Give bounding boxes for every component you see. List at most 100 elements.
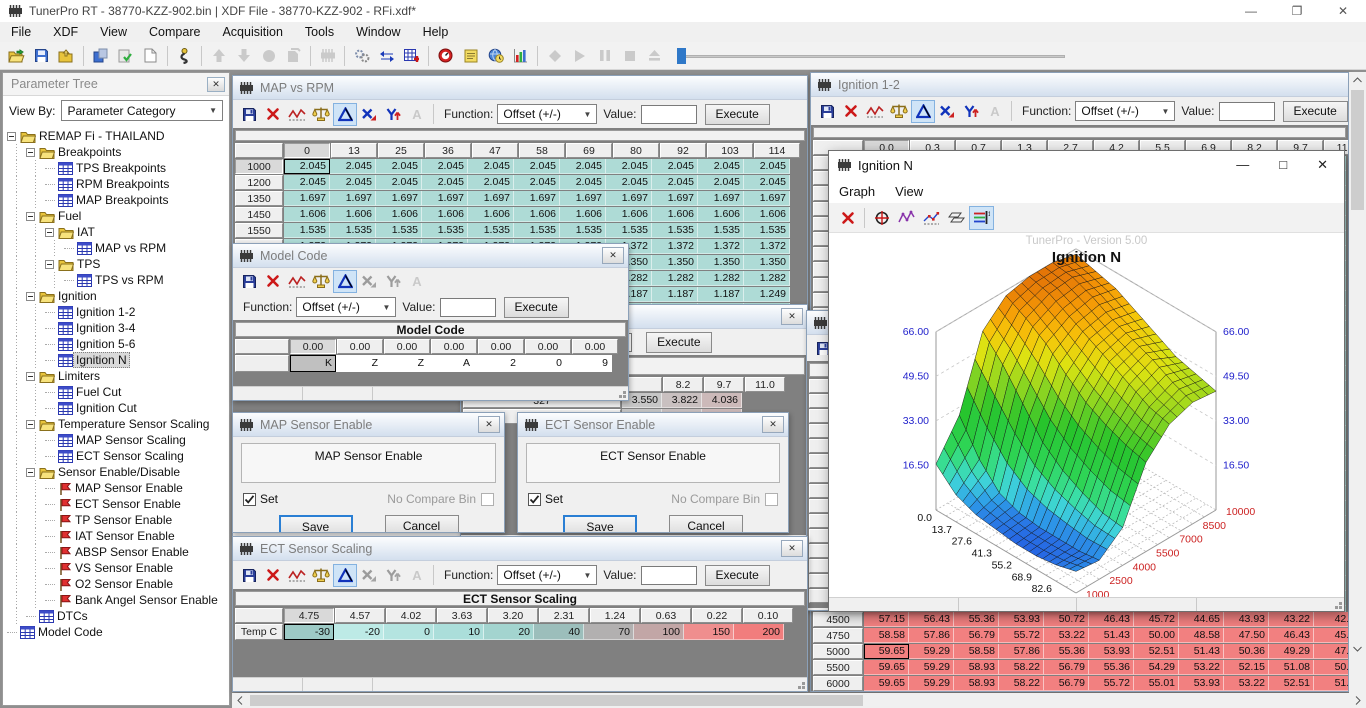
grid-cell[interactable]: 0 bbox=[520, 355, 566, 372]
delete-table-button[interactable] bbox=[261, 270, 285, 293]
grid-cell[interactable]: 1.350 bbox=[744, 255, 790, 270]
compare-scales-button[interactable] bbox=[887, 100, 911, 123]
grid-cell[interactable]: 2.045 bbox=[422, 159, 468, 174]
tree-item-breakpoints[interactable]: Breakpoints bbox=[7, 144, 229, 160]
grid-cell[interactable]: 45.3 bbox=[1314, 628, 1349, 643]
column-header[interactable]: 80 bbox=[613, 143, 659, 158]
window-close-icon[interactable]: ✕ bbox=[762, 416, 784, 433]
grid-cell[interactable]: 56.79 bbox=[954, 628, 999, 643]
close-button[interactable]: ✕ bbox=[1320, 0, 1366, 22]
grid-cell[interactable]: -20 bbox=[334, 624, 384, 640]
grid-cell[interactable]: 59.29 bbox=[909, 660, 954, 675]
tree-item-tps-breakpoints[interactable]: TPS Breakpoints bbox=[7, 160, 229, 176]
window-title-bar[interactable]: ECT Sensor Enable ✕ bbox=[518, 413, 788, 437]
grid-cell[interactable]: 2.045 bbox=[652, 159, 698, 174]
column-header[interactable]: 4.57 bbox=[335, 608, 385, 623]
horizontal-scroll-thumb[interactable] bbox=[250, 695, 863, 706]
grid-cell[interactable]: 59.29 bbox=[909, 644, 954, 659]
grid-cell[interactable]: 55.36 bbox=[954, 612, 999, 627]
swap-y-axis-button[interactable] bbox=[959, 100, 983, 123]
grid-cell[interactable]: 1.697 bbox=[468, 191, 514, 206]
value-input[interactable] bbox=[641, 566, 697, 585]
tree-item-sensor-enable-disable[interactable]: Sensor Enable/Disable bbox=[7, 464, 229, 480]
tree-expander[interactable] bbox=[26, 292, 35, 301]
menu-acquisition[interactable]: Acquisition bbox=[211, 22, 293, 42]
font-size-button[interactable]: A bbox=[405, 564, 429, 587]
window-title-bar[interactable]: ECT Sensor Scaling ✕ bbox=[233, 537, 807, 561]
table-grid-button[interactable] bbox=[399, 44, 424, 68]
save-button[interactable]: Save bbox=[279, 515, 353, 533]
column-header[interactable]: 0.00 bbox=[431, 339, 477, 354]
column-header[interactable]: 4.75 bbox=[284, 608, 334, 623]
swap-x-axis-button[interactable] bbox=[357, 103, 381, 126]
column-header[interactable]: 2.31 bbox=[539, 608, 589, 623]
grid-cell[interactable]: -30 bbox=[284, 624, 334, 640]
scroll-right-icon[interactable] bbox=[1350, 693, 1366, 708]
grid-cell[interactable]: 50.0 bbox=[1314, 660, 1349, 675]
save-table-button[interactable] bbox=[237, 564, 261, 587]
close-trace-button[interactable] bbox=[835, 206, 860, 230]
grid-cell[interactable]: 47.50 bbox=[1224, 628, 1269, 643]
grid-cell[interactable]: 1.372 bbox=[652, 239, 698, 254]
grid-cell[interactable]: 43.22 bbox=[1269, 612, 1314, 627]
menu-window[interactable]: Window bbox=[345, 22, 411, 42]
tree-item-ignition[interactable]: Ignition bbox=[7, 288, 229, 304]
grid-cell[interactable]: 1.535 bbox=[468, 223, 514, 238]
grid-cell[interactable]: 52.51 bbox=[1269, 676, 1314, 691]
grid-cell[interactable]: 51.08 bbox=[1269, 660, 1314, 675]
tree-expander[interactable] bbox=[26, 468, 35, 477]
grid-cell[interactable]: 1.187 bbox=[698, 287, 744, 302]
grid-cell[interactable]: 1.606 bbox=[422, 207, 468, 222]
grid-cell[interactable]: 1.350 bbox=[698, 255, 744, 270]
grid-cell[interactable]: 2 bbox=[474, 355, 520, 372]
function-select[interactable]: Offset (+/-)▼ bbox=[1075, 101, 1175, 121]
grid-cell[interactable]: 52.51 bbox=[1134, 644, 1179, 659]
menu-tools[interactable]: Tools bbox=[294, 22, 345, 42]
save-button[interactable]: Save bbox=[563, 515, 637, 533]
scroll-left-icon[interactable] bbox=[232, 693, 248, 708]
grid-cell[interactable]: 2.045 bbox=[652, 175, 698, 190]
set-checkbox[interactable] bbox=[243, 493, 256, 506]
grid-cell[interactable]: 1.606 bbox=[698, 207, 744, 222]
layers-view-button[interactable] bbox=[944, 206, 969, 230]
world-clock-button[interactable] bbox=[483, 44, 508, 68]
tree-item-iat[interactable]: IAT bbox=[7, 224, 229, 240]
grid-cell[interactable]: 1.697 bbox=[744, 191, 790, 206]
grid-cell[interactable]: 51.7 bbox=[1314, 676, 1349, 691]
grid-cell[interactable]: 55.36 bbox=[1089, 660, 1134, 675]
column-header[interactable]: 8.2 bbox=[663, 377, 703, 392]
row-header[interactable]: 1450 bbox=[235, 207, 283, 222]
grid-cell[interactable]: 2.045 bbox=[468, 159, 514, 174]
grid-cell[interactable]: 59.65 bbox=[864, 644, 909, 659]
menu-help[interactable]: Help bbox=[412, 22, 460, 42]
grid-cell[interactable]: 59.65 bbox=[864, 676, 909, 691]
tree-item-map-sensor-scaling[interactable]: MAP Sensor Scaling bbox=[7, 432, 229, 448]
grid-cell[interactable]: Z bbox=[336, 355, 382, 372]
execute-button[interactable]: Execute bbox=[705, 104, 770, 125]
gauge-dashboard-button[interactable] bbox=[433, 44, 458, 68]
chip-view-button[interactable] bbox=[315, 44, 340, 68]
execute-button[interactable]: Execute bbox=[504, 297, 569, 318]
column-header[interactable]: 0.00 bbox=[337, 339, 383, 354]
tree-item-ect-sensor-enable[interactable]: ECT Sensor Enable bbox=[7, 496, 229, 512]
grid-cell[interactable]: 2.045 bbox=[744, 159, 790, 174]
tree-item-tps-vs-rpm[interactable]: TPS vs RPM bbox=[7, 272, 229, 288]
slider-handle[interactable] bbox=[677, 48, 686, 64]
grid-cell[interactable]: 2.045 bbox=[560, 159, 606, 174]
grid-cell[interactable]: 1.606 bbox=[560, 207, 606, 222]
tracking-cursor-button[interactable] bbox=[869, 206, 894, 230]
view-by-select[interactable]: Parameter Category ▼ bbox=[61, 100, 223, 121]
grid-cell[interactable]: 58.22 bbox=[999, 660, 1044, 675]
grid-cell[interactable]: 1.187 bbox=[652, 287, 698, 302]
connector-plug-button[interactable] bbox=[172, 44, 197, 68]
grid-cell[interactable]: 1.282 bbox=[652, 271, 698, 286]
column-header[interactable]: 0.00 bbox=[478, 339, 524, 354]
close-icon[interactable]: ✕ bbox=[1317, 157, 1328, 173]
grid-cell[interactable]: 45.72 bbox=[1134, 612, 1179, 627]
cancel-button[interactable]: Cancel bbox=[385, 515, 459, 533]
checksum-button[interactable] bbox=[113, 44, 138, 68]
grid-cell[interactable]: 2.045 bbox=[698, 175, 744, 190]
window-title-bar[interactable]: Ignition N — □ ✕ bbox=[829, 151, 1344, 179]
column-header[interactable]: 4.02 bbox=[386, 608, 436, 623]
grid-cell[interactable]: 1.535 bbox=[514, 223, 560, 238]
